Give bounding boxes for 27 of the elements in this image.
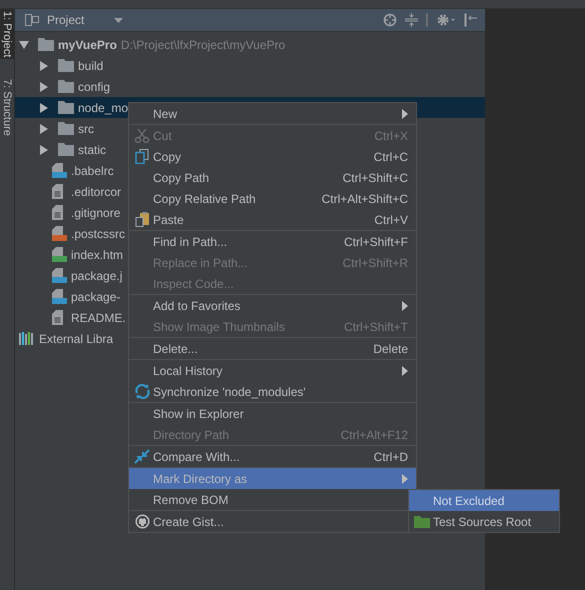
tree-item-label: src bbox=[78, 122, 94, 136]
shortcut-label: Ctrl+Shift+T bbox=[344, 320, 408, 334]
tree-item-label: node_mo bbox=[78, 100, 128, 114]
tree-item-label: README. bbox=[71, 310, 126, 324]
tree-item-label: package.j bbox=[71, 268, 122, 282]
shortcut-label: Ctrl+Alt+Shift+C bbox=[322, 192, 408, 206]
tree-item-label: .babelrc bbox=[71, 164, 114, 178]
shortcut-label: Ctrl+V bbox=[374, 212, 408, 226]
project-path: D:\Project\lfxProject\myVuePro bbox=[120, 38, 286, 52]
shortcut-label: Ctrl+Shift+C bbox=[342, 170, 408, 184]
shortcut-label: Ctrl+C bbox=[374, 150, 408, 164]
tree-item-label: .gitignore bbox=[71, 206, 120, 220]
shortcut-label: Delete bbox=[373, 342, 408, 356]
tree-item-label: package- bbox=[71, 290, 120, 304]
tree-item-label: .postcssrc bbox=[71, 226, 126, 240]
tree-item-label: External Libra bbox=[39, 332, 114, 346]
tree-item-label: .editorcor bbox=[71, 184, 122, 198]
shortcut-label: Ctrl+Shift+F bbox=[344, 234, 408, 248]
tree-item-label: config bbox=[78, 80, 110, 94]
tree-item-label: myVuePro bbox=[58, 38, 117, 52]
shortcut-label: Ctrl+Alt+F12 bbox=[340, 428, 408, 442]
tree-item-label: build bbox=[78, 58, 104, 72]
shortcut-label: Ctrl+Shift+R bbox=[342, 256, 408, 270]
shortcut-label: Ctrl+D bbox=[374, 450, 408, 464]
shortcut-label: Ctrl+X bbox=[374, 128, 408, 142]
tree-item-label: static bbox=[78, 142, 106, 156]
tree-item-label: index.htm bbox=[71, 248, 124, 262]
